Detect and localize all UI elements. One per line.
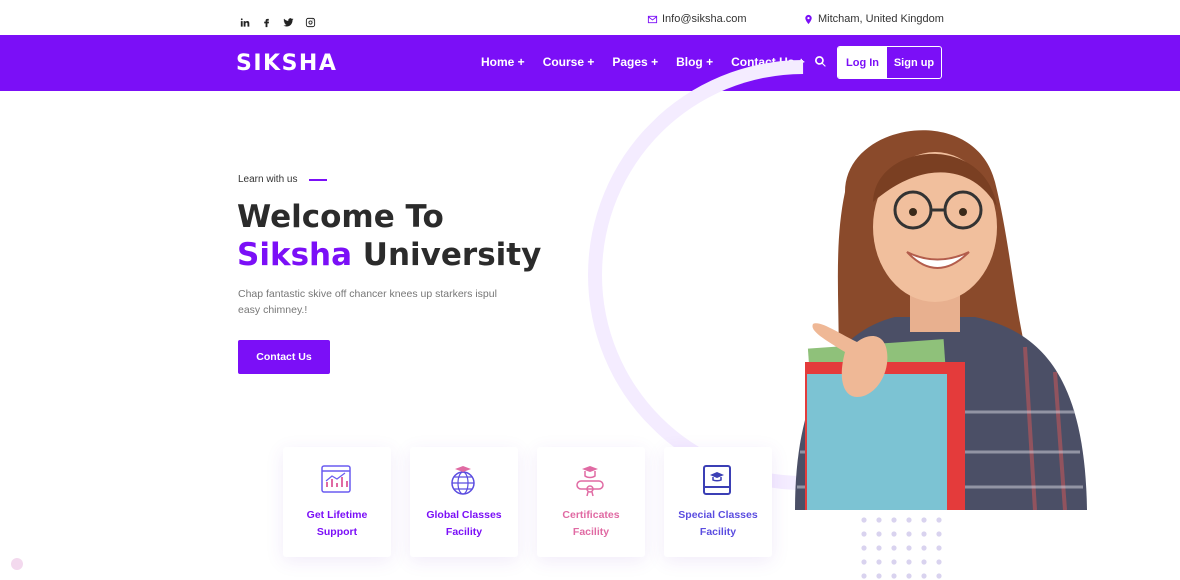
site-logo[interactable]: SIKSHA [236,51,337,76]
feature-label-line1: Get Lifetime [306,509,368,521]
decorative-dot [876,517,882,523]
twitter-icon[interactable] [282,16,294,28]
decorative-dot [921,517,927,523]
instagram-icon[interactable] [304,16,316,28]
decorative-dots [861,517,942,579]
signup-button[interactable]: Sign up [887,47,941,78]
chart-board-icon [321,465,351,493]
feature-card-special[interactable]: Special Classes Facility [664,447,772,557]
feature-label: Get Lifetime Support [287,507,387,541]
book-cap-icon [703,465,731,495]
kicker-text: Learn with us [238,174,298,185]
certificate-icon [576,466,604,497]
main-nav: SIKSHA Home + Course + Pages + Blog + Co… [0,35,1180,91]
nav-item-blog[interactable]: Blog + [676,55,713,69]
location-info: Mitcham, United Kingdom [803,13,944,25]
decorative-dot [891,559,897,565]
globe-cap-icon [451,466,475,495]
decorative-dot [936,559,942,565]
decorative-dot [876,545,882,551]
facebook-icon[interactable] [260,16,272,28]
decorative-dot [861,573,867,579]
map-pin-icon [805,14,812,24]
decorative-dot [891,545,897,551]
social-links [238,16,316,28]
nav-item-course[interactable]: Course + [543,55,595,69]
email-info[interactable]: Info@siksha.com [647,13,747,25]
mail-icon [647,15,658,23]
decorative-dot [861,517,867,523]
feature-label: Certificates Facility [541,507,641,541]
feature-label: Global Classes Facility [414,507,514,541]
hero-title: Welcome To Siksha University [237,198,541,274]
email-text: Info@siksha.com [662,13,747,25]
decorative-dot [891,531,897,537]
feature-label-line2: Support [316,526,358,538]
decorative-dot [906,559,912,565]
decorative-dot [876,573,882,579]
decorative-dot [936,531,942,537]
feature-label-line2: Facility [572,526,610,538]
decorative-dot [936,573,942,579]
top-bar: Info@siksha.com Mitcham, United Kingdom [0,0,1180,35]
hero-title-rest: University [352,237,542,273]
feature-label-line1: Global Classes [426,509,502,521]
decorative-dot [891,517,897,523]
decorative-dot [876,531,882,537]
decorative-dot [921,559,927,565]
feature-card-support[interactable]: Get Lifetime Support [283,447,391,557]
location-text: Mitcham, United Kingdom [818,13,944,25]
feature-label-line1: Certificates [562,509,620,521]
feature-card-certificates[interactable]: Certificates Facility [537,447,645,557]
hero-kicker: Learn with us [238,174,328,185]
decorative-dot [861,531,867,537]
decorative-dot [921,573,927,579]
decorative-dot [876,559,882,565]
nav-item-home[interactable]: Home + [481,55,525,69]
decorative-dot [861,559,867,565]
hero-description: Chap fantastic skive off chancer knees u… [238,288,497,316]
decorative-corner-dot [11,558,23,570]
decorative-dot [891,573,897,579]
feature-label-line2: Facility [699,526,737,538]
contact-us-button[interactable]: Contact Us [238,340,330,374]
decorative-dot [861,545,867,551]
nav-item-pages[interactable]: Pages + [612,55,658,69]
feature-label-line2: Facility [445,526,483,538]
decorative-dot [906,573,912,579]
student-illustration [795,130,1087,510]
linkedin-icon[interactable] [238,16,250,28]
decorative-dot [936,545,942,551]
kicker-line [309,178,328,181]
decorative-dot [921,531,927,537]
hero-title-line2: Siksha University [237,236,541,274]
decorative-dot [906,517,912,523]
feature-label-line1: Special Classes [678,509,758,521]
decorative-dot [936,517,942,523]
hero-title-accent: Siksha [237,237,353,273]
decorative-dot [906,545,912,551]
feature-label: Special Classes Facility [668,507,768,541]
hero-title-line1: Welcome To [237,199,444,235]
feature-card-global[interactable]: Global Classes Facility [410,447,518,557]
decorative-dot [906,531,912,537]
decorative-dot [921,545,927,551]
